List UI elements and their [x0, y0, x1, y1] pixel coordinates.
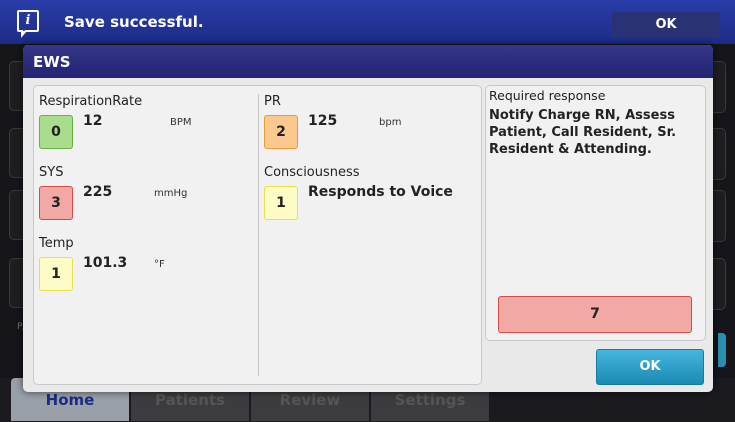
score-box: 1 [264, 186, 298, 220]
score-box: 2 [264, 115, 298, 149]
param-value: Responds to Voice [308, 184, 453, 200]
column-divider [258, 94, 259, 376]
dialog-header: EWS [23, 45, 713, 78]
ews-parameters-panel: RespirationRate 0 12 BPM SYS 3 225 mmHg … [33, 85, 482, 385]
required-response-text: Notify Charge RN, Assess Patient, Call R… [489, 108, 677, 157]
info-icon: i [17, 10, 39, 38]
param-temp: Temp 1 101.3 °F [39, 236, 249, 294]
total-score-box: 7 [498, 296, 692, 333]
param-value: 12 [83, 113, 103, 129]
param-value: 225 [83, 184, 113, 200]
banner-message: Save successful. [64, 13, 204, 31]
param-label: Consciousness [264, 165, 360, 180]
banner-ok-button[interactable]: OK [612, 12, 720, 38]
param-pr: PR 2 125 bpm [264, 94, 474, 152]
param-sys: SYS 3 225 mmHg [39, 165, 249, 223]
background-tile [713, 128, 726, 180]
score-box: 3 [39, 186, 73, 220]
background-button [718, 333, 726, 367]
required-response-panel: Required response Notify Charge RN, Asse… [485, 85, 706, 341]
required-response-label: Required response [489, 88, 606, 103]
background-tile [713, 258, 726, 310]
dialog-title: EWS [33, 53, 71, 71]
score-box: 1 [39, 257, 73, 291]
param-label: SYS [39, 165, 64, 180]
param-label: Temp [39, 236, 74, 251]
param-respiration-rate: RespirationRate 0 12 BPM [39, 94, 249, 152]
param-value: 101.3 [83, 255, 128, 271]
background-tile [713, 61, 726, 113]
ews-dialog: EWS RespirationRate 0 12 BPM SYS 3 225 m… [23, 45, 713, 392]
param-unit: mmHg [154, 188, 188, 199]
notification-banner: i Save successful. OK [0, 0, 735, 44]
param-unit: °F [154, 259, 165, 270]
param-consciousness: Consciousness 1 Responds to Voice [264, 165, 474, 223]
ok-button[interactable]: OK [596, 349, 704, 385]
param-unit: BPM [170, 117, 192, 128]
background-tile [713, 190, 726, 242]
param-unit: bpm [379, 117, 402, 128]
score-box: 0 [39, 115, 73, 149]
param-label: RespirationRate [39, 94, 143, 109]
param-value: 125 [308, 113, 338, 129]
param-label: PR [264, 94, 281, 109]
